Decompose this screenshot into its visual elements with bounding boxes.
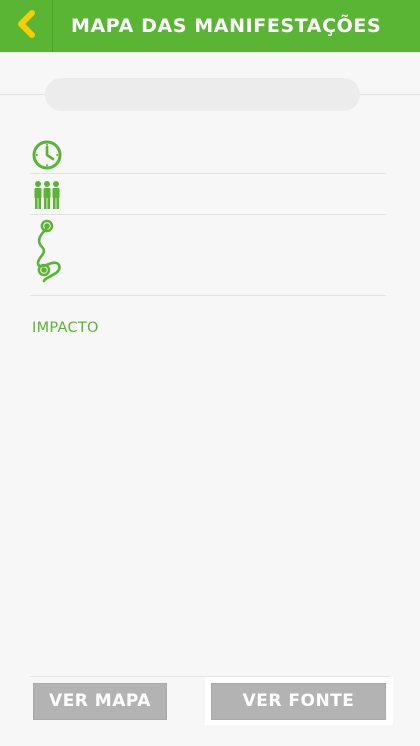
back-button[interactable] bbox=[0, 0, 52, 52]
page-title: MAPA DAS MANIFESTAÇÕES bbox=[71, 15, 382, 37]
row-divider bbox=[30, 295, 386, 296]
clock-icon bbox=[30, 139, 64, 171]
row-divider bbox=[30, 173, 386, 174]
chevron-left-icon bbox=[15, 9, 37, 43]
event-title-field bbox=[45, 78, 360, 111]
route-icon bbox=[30, 219, 64, 287]
route-row bbox=[30, 219, 386, 287]
app-screen: MAPA DAS MANIFESTAÇÕES IMPACTO VER MAPA … bbox=[0, 0, 420, 746]
row-divider bbox=[30, 214, 386, 215]
view-map-button[interactable]: VER MAPA bbox=[33, 683, 167, 720]
header-divider bbox=[52, 0, 53, 52]
app-header: MAPA DAS MANIFESTAÇÕES bbox=[0, 0, 420, 52]
people-row bbox=[30, 179, 386, 211]
time-row bbox=[30, 139, 386, 171]
impact-label: IMPACTO bbox=[32, 320, 99, 336]
people-icon bbox=[30, 180, 64, 210]
view-source-button[interactable]: VER FONTE bbox=[211, 683, 386, 720]
